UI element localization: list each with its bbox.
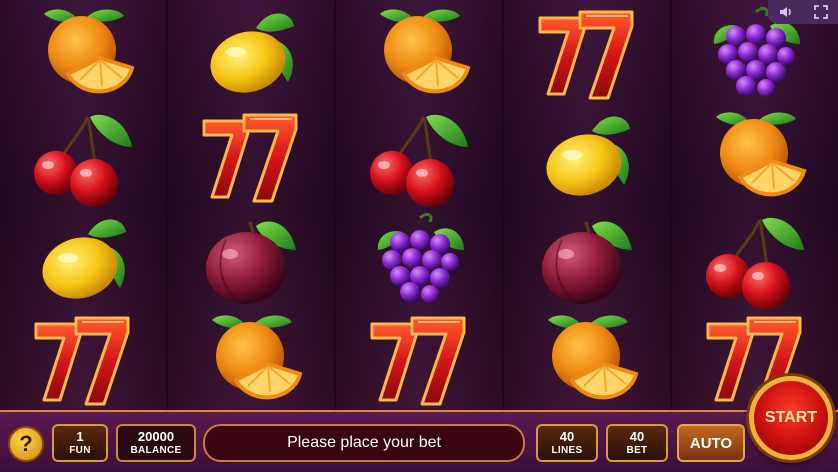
reel-1 — [0, 0, 168, 410]
start-button[interactable]: START — [749, 376, 833, 460]
balance-value: 20000 — [137, 429, 175, 444]
fullscreen-icon[interactable] — [811, 2, 831, 22]
balance-label: BALANCE — [130, 445, 182, 456]
plum-symbol — [168, 208, 334, 311]
orange-symbol — [0, 2, 166, 105]
reel-2 — [168, 0, 336, 410]
fun-value: 1 — [76, 429, 84, 444]
bet-selector[interactable]: 40 BET — [606, 424, 668, 462]
seven-symbol — [336, 308, 502, 411]
fun-label: FUN — [69, 445, 91, 456]
lemon-symbol — [0, 208, 166, 311]
auto-button[interactable]: AUTO — [677, 424, 745, 462]
cherry-symbol — [672, 208, 838, 311]
plum-symbol — [504, 208, 670, 311]
speaker-icon[interactable] — [776, 2, 796, 22]
bet-label: BET — [626, 445, 648, 456]
orange-symbol — [672, 105, 838, 208]
lines-label: LINES — [551, 445, 583, 456]
orange-symbol — [504, 308, 670, 411]
status-message: Please place your bet — [203, 424, 525, 462]
reel-4 — [504, 0, 672, 410]
lemon-symbol — [168, 2, 334, 105]
reel-5 — [672, 0, 838, 410]
bet-value: 40 — [629, 429, 645, 444]
cherry-symbol — [336, 105, 502, 208]
cherry-symbol — [0, 105, 166, 208]
lines-selector[interactable]: 40 LINES — [536, 424, 598, 462]
seven-symbol — [504, 2, 670, 105]
grapes-symbol — [336, 208, 502, 311]
orange-symbol — [168, 308, 334, 411]
seven-symbol — [0, 308, 166, 411]
control-panel: ? 1 FUN 20000 BALANCE Please place your … — [0, 410, 838, 472]
seven-symbol — [168, 105, 334, 208]
orange-symbol — [336, 2, 502, 105]
balance-display: 20000 BALANCE — [116, 424, 196, 462]
reel-3 — [336, 0, 504, 410]
lemon-symbol — [504, 105, 670, 208]
help-button[interactable]: ? — [8, 426, 44, 462]
lines-value: 40 — [559, 429, 575, 444]
top-controls — [768, 0, 838, 24]
fun-selector[interactable]: 1 FUN — [52, 424, 108, 462]
reels-area — [0, 0, 838, 410]
